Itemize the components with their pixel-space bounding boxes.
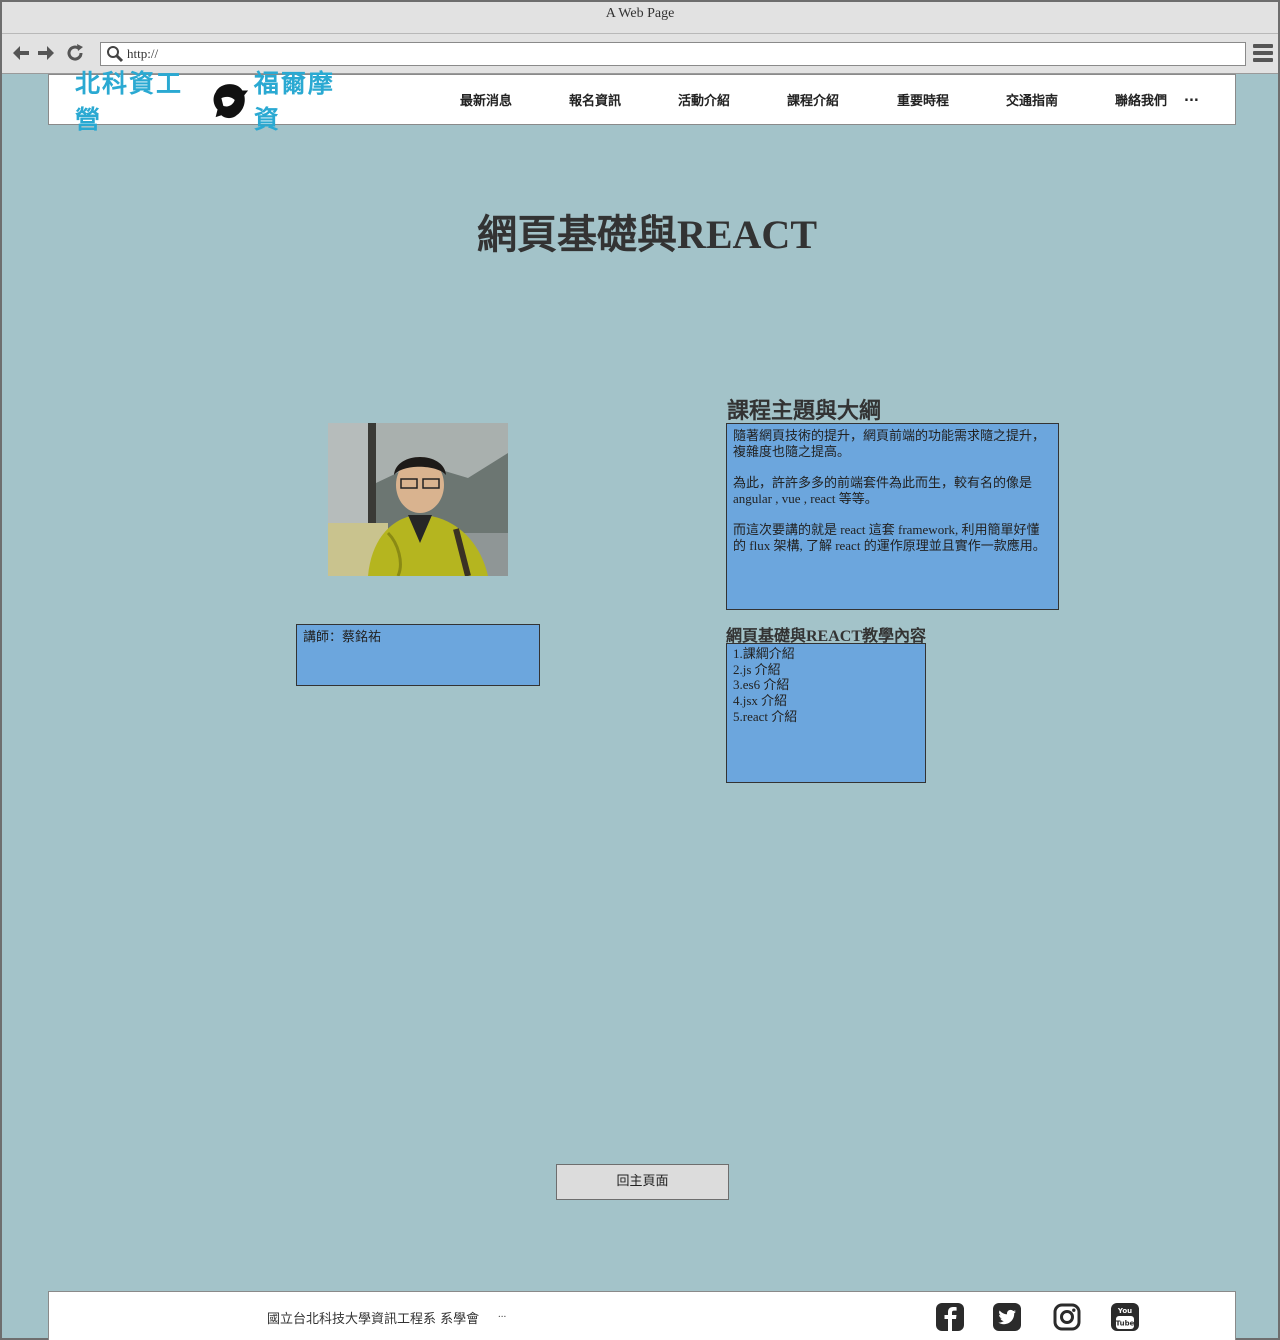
instructor-name: 講師：蔡銘祐 xyxy=(303,629,382,644)
syllabus-paragraph: 隨著網頁技術的提升，網頁前端的功能需求隨之提升，複雜度也隨之提高。 xyxy=(733,428,1046,459)
address-bar[interactable]: http:// xyxy=(100,42,1246,66)
back-arrow-icon[interactable] xyxy=(10,43,32,65)
instructor-box: 講師：蔡銘祐 xyxy=(296,624,540,686)
youtube-icon[interactable]: You Tube xyxy=(1110,1302,1140,1332)
nav-more[interactable]: ... xyxy=(1184,90,1199,105)
forward-arrow-icon[interactable] xyxy=(35,43,57,65)
window-titlebar: A Web Page xyxy=(2,2,1278,34)
nav-activities[interactable]: 活動介紹 xyxy=(678,90,730,109)
twitter-icon[interactable] xyxy=(992,1302,1022,1332)
nav-schedule[interactable]: 重要時程 xyxy=(897,90,949,109)
nav-courses[interactable]: 課程介紹 xyxy=(787,90,839,109)
list-item: 3.es6 介紹 xyxy=(733,677,790,693)
svg-text:You: You xyxy=(1117,1307,1132,1315)
nav-latest-news[interactable]: 最新消息 xyxy=(460,90,512,109)
nav-contact[interactable]: 聯絡我們 xyxy=(1115,90,1167,109)
footer-more[interactable]: ... xyxy=(498,1308,506,1320)
list-item: 4.jsx 介紹 xyxy=(733,693,788,709)
facebook-icon[interactable] xyxy=(935,1302,965,1332)
syllabus-heading: 課程主題與大綱 xyxy=(727,398,882,423)
list-item: 2.js 介紹 xyxy=(733,661,781,677)
instagram-icon[interactable] xyxy=(1052,1302,1082,1332)
nav-registration[interactable]: 報名資訊 xyxy=(569,90,621,109)
page-title: 網頁基礎與REACT xyxy=(476,212,818,257)
reload-icon[interactable] xyxy=(64,43,86,65)
list-item: 1.課綱介紹 xyxy=(733,646,795,661)
url-text: http:// xyxy=(127,46,159,61)
instructor-photo xyxy=(328,423,508,576)
syllabus-paragraph: 而這次要講的就是 react 這套 framework, 利用簡單好懂的 flu… xyxy=(733,522,1046,553)
window-title: A Web Page xyxy=(605,6,675,21)
main-nav: 最新消息 報名資訊 活動介紹 課程介紹 重要時程 交通指南 聯絡我們 ... xyxy=(49,75,1235,124)
footer-text: 國立台北科技大學資訊工程系 系學會 xyxy=(267,1312,480,1327)
svg-text:Tube: Tube xyxy=(1116,1320,1135,1328)
nav-transport[interactable]: 交通指南 xyxy=(1006,90,1058,109)
search-icon xyxy=(107,46,124,63)
site-header: 北科資工營 福爾摩資 最新消息 報名資訊 活動介紹 課程介紹 重要時程 交通指南… xyxy=(48,69,1236,134)
syllabus-box: 隨著網頁技術的提升，網頁前端的功能需求隨之提升，複雜度也隨之提高。 為此，許許多… xyxy=(726,423,1059,610)
list-item: 5.react 介紹 xyxy=(733,708,798,724)
site-footer: 國立台北科技大學資訊工程系 系學會 ... You Tube xyxy=(48,1291,1236,1340)
content-list: 1.課綱介紹 2.js 介紹 3.es6 介紹 4.jsx 介紹 5.react… xyxy=(726,643,926,783)
syllabus-paragraph: 為此，許許多多的前端套件為此而生，較有名的像是 angular , vue , … xyxy=(733,475,1033,506)
back-to-home-button[interactable]: 回主頁面 xyxy=(556,1164,729,1200)
browser-window: A Web Page http:// 北科資工營 福爾摩資 最新消息 報名資訊 … xyxy=(0,0,1280,1340)
hamburger-menu-icon[interactable] xyxy=(1253,44,1273,64)
